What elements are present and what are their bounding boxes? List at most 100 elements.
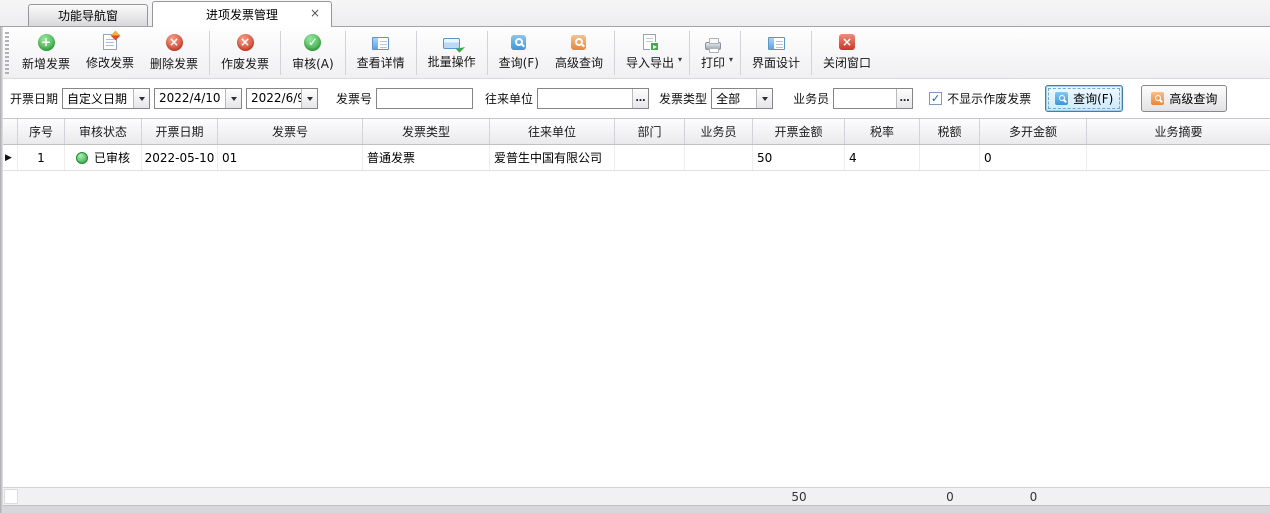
batch-operation-button[interactable]: 批量操作 — [420, 30, 484, 76]
toolbar-separator — [345, 31, 346, 75]
toolbar-separator — [280, 31, 281, 75]
header-summary[interactable]: 业务摘要 — [1087, 119, 1270, 144]
grid-summary-row: 50 0 0 — [0, 487, 1270, 505]
cell-invoice-type[interactable]: 普通发票 — [363, 145, 490, 170]
tab-label: 功能导航窗 — [58, 7, 118, 24]
invoice-type-label: 发票类型 — [659, 90, 707, 107]
advanced-query-button[interactable]: 高级查询 — [547, 30, 611, 76]
partner-input-wrap: … — [537, 88, 649, 109]
close-window-icon: × — [839, 34, 855, 50]
cell-partner[interactable]: 爱普生中国有限公司 — [490, 145, 615, 170]
chevron-down-icon[interactable] — [301, 89, 317, 108]
edit-invoice-button[interactable]: 修改发票 — [78, 30, 142, 76]
header-seq[interactable]: 序号 — [18, 119, 65, 144]
approve-button[interactable]: ✓ 审核(A) — [284, 30, 342, 76]
import-export-dropdown-icon[interactable]: ▾ — [678, 55, 682, 64]
tab-input-invoice-management[interactable]: 进项发票管理 × — [152, 1, 332, 27]
cell-extra-amount[interactable]: 0 — [980, 145, 1087, 170]
cell-amount[interactable]: 50 — [753, 145, 845, 170]
invoice-no-input[interactable] — [377, 89, 472, 108]
row-indicator-icon: ▶ — [5, 153, 12, 163]
cell-salesman[interactable] — [685, 145, 753, 170]
import-export-icon — [643, 34, 656, 50]
toolbar-separator — [487, 31, 488, 75]
footer-extra-amount-total: 0 — [980, 488, 1087, 505]
header-invoice-type[interactable]: 发票类型 — [363, 119, 490, 144]
filter-bar: 开票日期 自定义日期 2022/4/10 2022/6/9 发票号 往来单位 …… — [0, 79, 1270, 117]
salesman-input[interactable] — [834, 89, 896, 108]
header-partner[interactable]: 往来单位 — [490, 119, 615, 144]
partner-input[interactable] — [538, 89, 632, 108]
close-window-button[interactable]: × 关闭窗口 — [815, 30, 879, 76]
tab-bar: 功能导航窗 进项发票管理 × — [0, 0, 1270, 27]
header-extra-amount[interactable]: 多开金额 — [980, 119, 1087, 144]
date-range-type-select[interactable]: 自定义日期 — [62, 88, 150, 109]
delete-icon: × — [166, 34, 183, 51]
search-icon — [511, 35, 526, 50]
invoice-management-window: 功能导航窗 进项发票管理 × + 新增发票 修改发票 × 删除发票 × 作废发票… — [0, 0, 1270, 513]
close-tab-icon[interactable]: × — [310, 7, 320, 19]
partner-label: 往来单位 — [485, 90, 533, 107]
invoice-no-input-wrap — [376, 88, 473, 109]
import-export-button[interactable]: 导入导出 — [618, 30, 682, 76]
approve-check-icon: ✓ — [304, 34, 321, 51]
invoice-grid: 序号 审核状态 开票日期 发票号 发票类型 往来单位 部门 业务员 开票金额 税… — [0, 118, 1270, 513]
horizontal-scrollbar[interactable] — [0, 505, 1270, 513]
cell-tax-rate[interactable]: 4 — [845, 145, 920, 170]
filter-advanced-query-button[interactable]: 高级查询 — [1141, 85, 1227, 112]
chevron-down-icon[interactable] — [133, 89, 149, 108]
cell-invoice-date[interactable]: 2022-05-10 — [142, 145, 218, 170]
advanced-search-icon — [571, 35, 586, 50]
batch-operation-icon — [443, 38, 460, 49]
print-button[interactable]: 打印 — [693, 30, 733, 76]
chevron-down-icon[interactable] — [756, 89, 772, 108]
salesman-input-wrap: … — [833, 88, 913, 109]
partner-lookup-button[interactable]: … — [632, 89, 648, 108]
footer-tax-amount-total: 0 — [920, 488, 980, 505]
date-from-select[interactable]: 2022/4/10 — [154, 88, 242, 109]
invoice-type-select[interactable]: 全部 — [711, 88, 773, 109]
ui-design-button[interactable]: 界面设计 — [744, 30, 808, 76]
chevron-down-icon[interactable] — [225, 89, 241, 108]
view-details-button[interactable]: 查看详情 — [349, 30, 413, 76]
cell-summary[interactable] — [1087, 145, 1270, 170]
cell-invoice-no[interactable]: 01 — [218, 145, 363, 170]
hide-void-label: 不显示作废发票 — [947, 90, 1031, 107]
filter-query-button[interactable]: 查询(F) — [1045, 85, 1123, 112]
salesman-lookup-button[interactable]: … — [896, 89, 912, 108]
query-button[interactable]: 查询(F) — [491, 30, 547, 76]
tab-function-navigation[interactable]: 功能导航窗 — [28, 4, 148, 26]
invoice-no-label: 发票号 — [336, 90, 372, 107]
table-row[interactable]: ▶ 1 已审核 2022-05-10 01 普通发票 爱普生中国有限公司 50 … — [0, 145, 1270, 171]
header-amount[interactable]: 开票金额 — [753, 119, 845, 144]
date-to-select[interactable]: 2022/6/9 — [246, 88, 318, 109]
header-tax-amount[interactable]: 税额 — [920, 119, 980, 144]
header-invoice-no[interactable]: 发票号 — [218, 119, 363, 144]
header-department[interactable]: 部门 — [615, 119, 685, 144]
status-approved-icon — [76, 152, 88, 164]
header-tax-rate[interactable]: 税率 — [845, 119, 920, 144]
void-invoice-button[interactable]: × 作废发票 — [213, 30, 277, 76]
toolbar-separator — [811, 31, 812, 75]
ui-design-icon — [768, 37, 785, 50]
salesman-label: 业务员 — [793, 90, 829, 107]
hide-void-checkbox[interactable]: ✓ — [929, 92, 942, 105]
footer-indicator-cell — [4, 489, 18, 504]
delete-invoice-button[interactable]: × 删除发票 — [142, 30, 206, 76]
toolbar-separator — [740, 31, 741, 75]
cell-status[interactable]: 已审核 — [65, 145, 142, 170]
search-icon — [1055, 92, 1068, 105]
cell-seq[interactable]: 1 — [18, 145, 65, 170]
toolbar-grip-handle[interactable] — [5, 32, 9, 74]
print-dropdown-icon[interactable]: ▾ — [729, 55, 733, 64]
toolbar: + 新增发票 修改发票 × 删除发票 × 作废发票 ✓ 审核(A) 查看详情 — [0, 27, 1270, 79]
add-invoice-button[interactable]: + 新增发票 — [14, 30, 78, 76]
cell-department[interactable] — [615, 145, 685, 170]
grid-empty-area — [0, 171, 1270, 487]
toolbar-separator — [416, 31, 417, 75]
cell-tax-amount[interactable] — [920, 145, 980, 170]
header-status[interactable]: 审核状态 — [65, 119, 142, 144]
add-icon: + — [38, 34, 55, 51]
header-salesman[interactable]: 业务员 — [685, 119, 753, 144]
header-invoice-date[interactable]: 开票日期 — [142, 119, 218, 144]
